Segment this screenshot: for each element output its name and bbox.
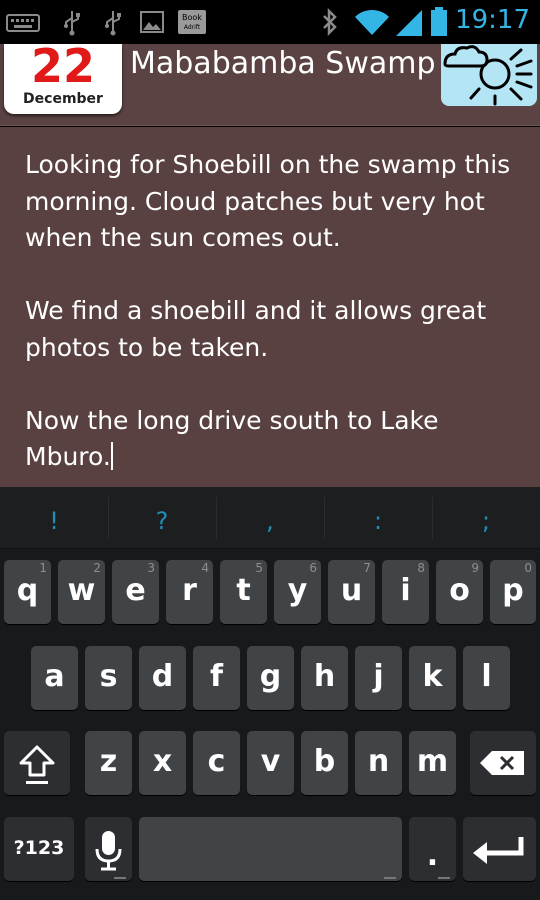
key-s[interactable]: s — [85, 646, 132, 710]
entry-title[interactable]: Mababamba Swamp — [130, 46, 436, 81]
date-month: December — [23, 91, 103, 107]
divider — [324, 497, 325, 539]
key-v[interactable]: v — [247, 731, 294, 795]
more-indicator — [384, 877, 396, 879]
suggestion-item[interactable]: ; — [466, 507, 506, 535]
key-b[interactable]: b — [301, 731, 348, 795]
period-key[interactable]: . — [409, 817, 456, 881]
key-w[interactable]: 2w — [58, 560, 105, 624]
divider — [216, 497, 217, 539]
key-i[interactable]: 8i — [382, 560, 429, 624]
key-x[interactable]: x — [139, 731, 186, 795]
image-icon — [140, 11, 164, 33]
shift-key[interactable] — [4, 731, 70, 795]
symbols-key[interactable]: ?123 — [4, 817, 74, 881]
status-bar: Book Adrift 19:17 — [0, 0, 540, 44]
sun-cloud-icon — [443, 45, 533, 106]
suggestion-item[interactable]: , — [250, 507, 290, 535]
more-indicator — [114, 877, 126, 879]
key-l[interactable]: l — [463, 646, 510, 710]
key-y[interactable]: 6y — [274, 560, 321, 624]
shift-icon — [19, 745, 55, 784]
key-f[interactable]: f — [193, 646, 240, 710]
suggestion-strip: ! ? , : ; — [0, 487, 540, 549]
key-n[interactable]: n — [355, 731, 402, 795]
key-j[interactable]: j — [355, 646, 402, 710]
divider — [432, 497, 433, 539]
note-paragraph: We find a shoebill and it allows great p… — [25, 296, 487, 362]
more-indicator — [438, 877, 450, 879]
suggestion-item[interactable]: ! — [34, 507, 74, 535]
note-paragraph: Looking for Shoebill on the swamp this m… — [25, 150, 511, 252]
space-key[interactable] — [139, 817, 402, 881]
key-o[interactable]: 9o — [436, 560, 483, 624]
backspace-key[interactable] — [470, 731, 536, 795]
key-c[interactable]: c — [193, 731, 240, 795]
voice-input-key[interactable] — [85, 817, 132, 881]
clock: 19:17 — [455, 5, 530, 35]
key-z[interactable]: z — [85, 731, 132, 795]
key-r[interactable]: 4r — [166, 560, 213, 624]
key-t[interactable]: 5t — [220, 560, 267, 624]
soft-keyboard: ! ? , : ; 1q 2w 3e 4r 5t 6y 7u 8i 9o 0p … — [0, 487, 540, 900]
enter-key[interactable] — [463, 817, 536, 881]
key-g[interactable]: g — [247, 646, 294, 710]
key-e[interactable]: 3e — [112, 560, 159, 624]
wifi-icon — [355, 9, 389, 35]
usb-icon — [105, 11, 121, 36]
note-paragraph: Now the long drive south to Lake Mburo. — [25, 405, 439, 472]
battery-icon — [431, 7, 447, 36]
suggestion-item[interactable]: ? — [142, 507, 182, 535]
key-q[interactable]: 1q — [4, 560, 51, 624]
entry-header: 22 December Mababamba Swamp — [0, 44, 540, 126]
backspace-icon — [480, 751, 524, 775]
key-p[interactable]: 0p — [490, 560, 536, 624]
enter-icon — [473, 837, 524, 864]
weather-button[interactable] — [441, 44, 537, 106]
key-h[interactable]: h — [301, 646, 348, 710]
key-d[interactable]: d — [139, 646, 186, 710]
note-editor[interactable]: Looking for Shoebill on the swamp this m… — [0, 127, 540, 487]
date-tile[interactable]: 22 December — [4, 44, 122, 114]
key-k[interactable]: k — [409, 646, 456, 710]
signal-icon — [396, 10, 422, 36]
keyboard-icon — [6, 14, 40, 32]
key-a[interactable]: a — [31, 646, 78, 710]
note-text[interactable]: Looking for Shoebill on the swamp this m… — [25, 147, 525, 476]
key-m[interactable]: m — [409, 731, 456, 795]
date-day: 22 — [30, 44, 95, 93]
divider — [108, 497, 109, 539]
text-cursor — [110, 442, 113, 470]
usb-icon — [64, 11, 80, 36]
key-u[interactable]: 7u — [328, 560, 375, 624]
app-icon: Book Adrift — [178, 10, 206, 34]
suggestion-item[interactable]: : — [358, 507, 398, 535]
bluetooth-icon — [323, 8, 337, 36]
microphone-icon — [95, 831, 122, 871]
